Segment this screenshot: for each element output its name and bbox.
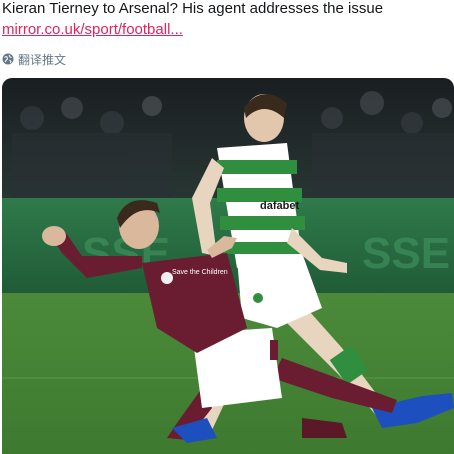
svg-text:dafabet: dafabet — [260, 200, 299, 212]
tweet-photo[interactable]: SSE SSE dafabet Save the Children — [2, 78, 454, 454]
translate-label: 翻译推文 — [18, 52, 67, 67]
globe-icon — [2, 53, 14, 65]
tweet-headline: Kieran Tierney to Arsenal? His agent add… — [2, 0, 384, 17]
translate-tweet-button[interactable]: 翻译推文 — [2, 50, 66, 68]
svg-text:SSE: SSE — [362, 229, 450, 278]
tweet-card: Kieran Tierney to Arsenal? His agent add… — [0, 0, 454, 454]
svg-text:Save the Children: Save the Children — [172, 269, 228, 276]
article-link[interactable]: mirror.co.uk/sport/football... — [2, 21, 183, 39]
